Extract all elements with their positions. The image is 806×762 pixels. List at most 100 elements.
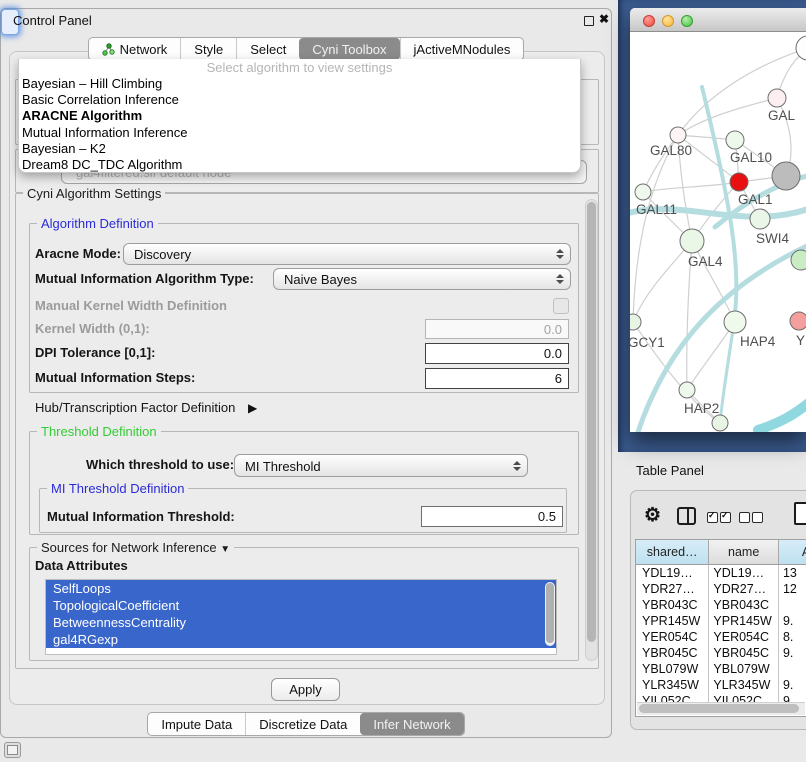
table-row[interactable]: YBR045CYBR045C9.	[636, 645, 806, 661]
tab-infer-network[interactable]: Infer Network	[360, 713, 463, 735]
control-panel-titlebar: Control Panel ✖	[1, 9, 611, 33]
manual-kernel-checkbox[interactable]	[553, 298, 569, 314]
scrollbar-thumb[interactable]	[587, 202, 596, 642]
zoom-window-icon[interactable]	[681, 15, 693, 27]
mi-type-label: Mutual Information Algorithm Type:	[35, 271, 254, 286]
scrollbar-thumb[interactable]	[639, 704, 799, 713]
dpi-tolerance-label: DPI Tolerance [0,1]:	[35, 345, 155, 360]
network-canvas[interactable]: GALGAL80GAL10GAL1GAL11SWI4GAL4GCY1HAP4YH…	[630, 32, 806, 432]
network-edge[interactable]	[633, 135, 678, 322]
table-cell: 9.	[779, 613, 806, 629]
network-edge[interactable]	[633, 241, 692, 322]
mi-threshold-field[interactable]: 0.5	[421, 506, 563, 527]
table-cell: YBR043C	[709, 597, 779, 613]
algorithm-option-mutual-information-inference[interactable]: Mutual Information Inference	[19, 125, 580, 141]
column-header-name[interactable]: name	[709, 540, 779, 564]
network-node-gcy1[interactable]	[630, 314, 641, 330]
data-attributes-label: Data Attributes	[35, 558, 128, 573]
table-row[interactable]: YBL079WYBL079W	[636, 661, 806, 677]
tab-cyni-toolbox[interactable]: Cyni Toolbox	[299, 38, 399, 60]
algorithm-option-bayesian-k2[interactable]: Bayesian – K2	[19, 141, 580, 157]
kernel-width-label: Kernel Width (0,1):	[35, 321, 150, 336]
table-cell: 9.	[779, 677, 806, 693]
table-cell	[779, 661, 806, 677]
network-node-hap2[interactable]	[679, 382, 695, 398]
network-node-gal10[interactable]	[726, 131, 744, 149]
network-edge-highlighted[interactable]	[720, 323, 734, 423]
network-node-y[interactable]	[790, 312, 806, 330]
node-label-swi4: SWI4	[756, 231, 789, 246]
network-node[interactable]	[772, 162, 800, 190]
table-row[interactable]: YDL19…YDL19…13	[636, 565, 806, 581]
network-node-gal11[interactable]	[635, 184, 651, 200]
table-cell: YER054C	[709, 629, 779, 645]
sources-legend[interactable]: Sources for Network Inference ▼	[37, 540, 234, 555]
settings-vertical-scrollbar[interactable]	[585, 199, 598, 661]
close-panel-icon[interactable]: ✖	[599, 12, 609, 26]
network-node-gal4[interactable]	[680, 229, 704, 253]
tab-discretize-data[interactable]: Discretize Data	[245, 713, 360, 735]
tab-impute-data[interactable]: Impute Data	[148, 713, 245, 735]
cyni-algorithm-settings-legend: Cyni Algorithm Settings	[23, 186, 165, 201]
node-label-gcy1: GCY1	[630, 335, 665, 350]
network-node[interactable]	[791, 250, 806, 270]
tab-label: Cyni Toolbox	[312, 42, 386, 57]
table-panel-title: Table Panel	[636, 463, 704, 478]
table-horizontal-scrollbar[interactable]	[637, 702, 805, 715]
algorithm-option-dream8-dc-tdc-algorithm[interactable]: Dream8 DC_TDC Algorithm	[19, 157, 580, 173]
network-node-gal[interactable]	[768, 89, 786, 107]
algorithm-option-basic-correlation-inference[interactable]: Basic Correlation Inference	[19, 92, 580, 108]
list-scrollbar[interactable]	[545, 582, 555, 646]
table-row[interactable]: YLR345WYLR345W9.	[636, 677, 806, 693]
gear-icon[interactable]: ⚙	[644, 504, 661, 527]
scrollbar-thumb[interactable]	[546, 583, 554, 643]
dpi-tolerance-field[interactable]: 0.0	[425, 343, 569, 364]
network-node[interactable]	[796, 36, 806, 60]
network-node-gal1[interactable]	[730, 173, 748, 191]
attribute-item-topologicalcoefficient[interactable]: TopologicalCoefficient	[46, 597, 556, 614]
aracne-mode-combo[interactable]: Discovery	[123, 243, 571, 265]
algorithm-option-bayesian-hill-climbing[interactable]: Bayesian – Hill Climbing	[19, 76, 580, 92]
select-all-checkboxes-icon[interactable]	[707, 512, 731, 523]
control-panel-title: Control Panel	[13, 13, 92, 28]
algorithm-options-list: Bayesian – Hill ClimbingBasic Correlatio…	[19, 76, 580, 173]
columns-icon[interactable]	[677, 507, 696, 525]
network-window-titlebar	[630, 8, 806, 32]
network-node-gal80[interactable]	[670, 127, 686, 143]
apply-button[interactable]: Apply	[271, 678, 340, 701]
network-node-hap4[interactable]	[724, 311, 746, 333]
data-attributes-list[interactable]: SelfLoopsTopologicalCoefficientBetweenne…	[45, 579, 557, 655]
network-node-swi4[interactable]	[750, 209, 770, 229]
hub-definition-expander[interactable]: Hub/Transcription Factor Definition ▶	[35, 400, 257, 415]
tab-network[interactable]: Network	[89, 38, 181, 60]
column-header-a[interactable]: A	[779, 540, 806, 564]
mi-type-combo[interactable]: Naive Bayes	[273, 268, 571, 290]
tab-select[interactable]: Select	[236, 38, 299, 60]
minimize-window-icon[interactable]	[662, 15, 674, 27]
table-row[interactable]: YPR145WYPR145W9.	[636, 613, 806, 629]
panel-mini-icon[interactable]	[4, 742, 21, 758]
table-row[interactable]: YBR043CYBR043C	[636, 597, 806, 613]
mi-steps-field[interactable]: 6	[425, 368, 569, 389]
network-edge-highlighted[interactable]	[758, 401, 806, 430]
tab-jactivemnodules[interactable]: jActiveMNodules	[400, 38, 524, 60]
table-cell: YBR045C	[636, 645, 709, 661]
column-header-shared-[interactable]: shared…	[636, 540, 709, 564]
export-table-icon[interactable]	[794, 502, 806, 525]
attribute-item-gal4rgexp[interactable]: gal4RGexp	[46, 631, 556, 648]
network-node[interactable]	[712, 415, 728, 431]
which-threshold-combo[interactable]: MI Threshold	[234, 454, 528, 477]
float-panel-icon[interactable]	[584, 16, 594, 26]
kernel-width-field[interactable]: 0.0	[425, 319, 569, 339]
table-row[interactable]: YER054CYER054C8.	[636, 629, 806, 645]
attribute-item-selfloops[interactable]: SelfLoops	[46, 580, 556, 597]
algorithm-option-aracne-algorithm[interactable]: ARACNE Algorithm	[19, 108, 580, 124]
attribute-item-betweennesscentrality[interactable]: BetweennessCentrality	[46, 614, 556, 631]
table-row[interactable]: YDR27…YDR27…12	[636, 581, 806, 597]
mi-type-value: Naive Bayes	[284, 272, 357, 287]
close-window-icon[interactable]	[643, 15, 655, 27]
table-cell	[779, 597, 806, 613]
node-label-gal10: GAL10	[730, 150, 772, 165]
deselect-all-checkboxes-icon[interactable]	[739, 512, 763, 523]
tab-style[interactable]: Style	[180, 38, 236, 60]
